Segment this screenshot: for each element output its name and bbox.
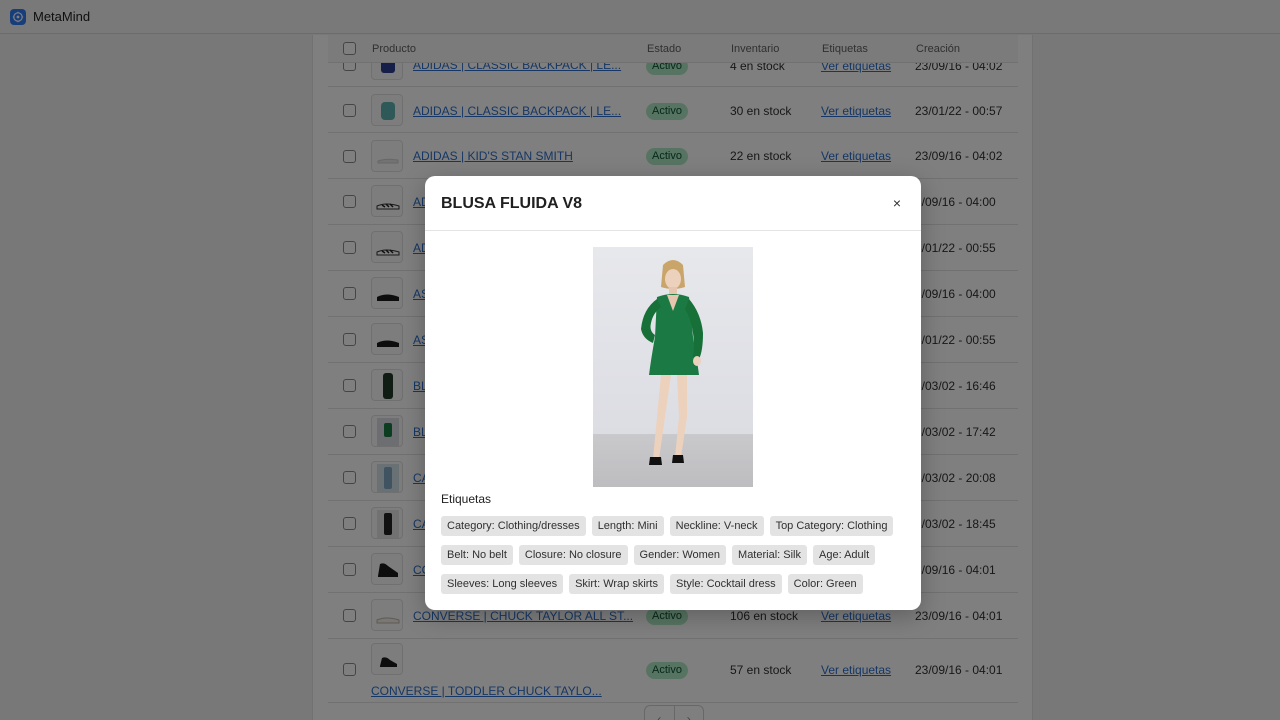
tag-chip: Closure: No closure [518, 545, 628, 565]
tag-chip: Age: Adult [813, 545, 876, 565]
tag-chip: Top Category: Clothing [769, 516, 894, 536]
tag-chip: Material: Silk [732, 545, 807, 565]
tag-chip: Skirt: Wrap skirts [569, 574, 664, 594]
tag-chip: Length: Mini [591, 516, 664, 536]
tag-chip: Color: Green [787, 574, 863, 594]
tag-chip: Style: Cocktail dress [670, 574, 782, 594]
tag-chip: Belt: No belt [441, 545, 513, 565]
modal-title: BLUSA FLUIDA V8 [441, 195, 583, 212]
tag-chip: Neckline: V-neck [669, 516, 764, 536]
tags-heading: Etiquetas [441, 492, 492, 506]
product-image [593, 247, 753, 487]
tag-chip: Gender: Women [633, 545, 727, 565]
tag-chip: Category: Clothing/dresses [441, 516, 586, 536]
product-tags-modal: BLUSA FLUIDA V8 × Etiquetas Category: Cl… [425, 176, 921, 610]
tags-list: Category: Clothing/dresses Length: Mini … [441, 516, 911, 603]
modal-header: BLUSA FLUIDA V8 × [425, 176, 921, 231]
tag-chip: Sleeves: Long sleeves [441, 574, 564, 594]
close-icon[interactable]: × [889, 195, 905, 211]
